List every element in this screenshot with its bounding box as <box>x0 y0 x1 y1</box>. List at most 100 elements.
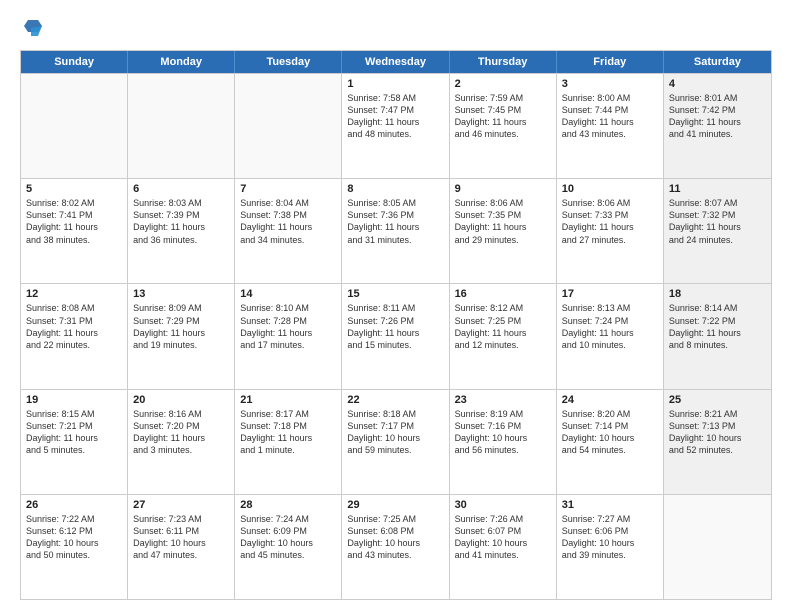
calendar-cell: 5 Sunrise: 8:02 AM Sunset: 7:41 PM Daylig… <box>21 179 128 283</box>
calendar-row: 1Sunrise: 7:58 AM Sunset: 7:47 PM Daylig… <box>21 73 771 178</box>
calendar-cell <box>128 74 235 178</box>
day-number: 19 <box>26 394 122 406</box>
day-info: Sunrise: 8:12 AM Sunset: 7:25 PM Dayligh… <box>455 302 551 351</box>
header <box>20 18 772 40</box>
weekday-header: Friday <box>557 51 664 73</box>
calendar-cell: 8 Sunrise: 8:05 AM Sunset: 7:36 PM Daylig… <box>342 179 449 283</box>
day-info: Sunrise: 8:15 AM Sunset: 7:21 PM Dayligh… <box>26 408 122 457</box>
page: SundayMondayTuesdayWednesdayThursdayFrid… <box>0 0 792 612</box>
day-number: 2 <box>455 78 551 90</box>
weekday-header: Saturday <box>664 51 771 73</box>
day-info: Sunrise: 8:19 AM Sunset: 7:16 PM Dayligh… <box>455 408 551 457</box>
calendar-cell <box>664 495 771 599</box>
calendar-cell: 13 Sunrise: 8:09 AM Sunset: 7:29 PM Dayli… <box>128 284 235 388</box>
day-info: Sunrise: 7:26 AM Sunset: 6:07 PM Dayligh… <box>455 513 551 562</box>
day-number: 24 <box>562 394 658 406</box>
day-info: Sunrise: 8:06 AM Sunset: 7:33 PM Dayligh… <box>562 197 658 246</box>
day-number: 23 <box>455 394 551 406</box>
day-info: Sunrise: 8:18 AM Sunset: 7:17 PM Dayligh… <box>347 408 443 457</box>
day-info: Sunrise: 8:05 AM Sunset: 7:36 PM Dayligh… <box>347 197 443 246</box>
calendar-cell: 16Sunrise: 8:12 AM Sunset: 7:25 PM Dayli… <box>450 284 557 388</box>
calendar-cell: 9 Sunrise: 8:06 AM Sunset: 7:35 PM Daylig… <box>450 179 557 283</box>
day-info: Sunrise: 8:14 AM Sunset: 7:22 PM Dayligh… <box>669 302 766 351</box>
calendar-row: 26Sunrise: 7:22 AM Sunset: 6:12 PM Dayli… <box>21 494 771 599</box>
calendar-cell: 2 Sunrise: 7:59 AM Sunset: 7:45 PM Daylig… <box>450 74 557 178</box>
day-number: 7 <box>240 183 336 195</box>
calendar-body: 1Sunrise: 7:58 AM Sunset: 7:47 PM Daylig… <box>21 73 771 599</box>
day-number: 22 <box>347 394 443 406</box>
calendar-cell: 30 Sunrise: 7:26 AM Sunset: 6:07 PM Dayli… <box>450 495 557 599</box>
calendar-cell: 23 Sunrise: 8:19 AM Sunset: 7:16 PM Dayli… <box>450 390 557 494</box>
calendar-cell <box>235 74 342 178</box>
day-info: Sunrise: 7:24 AM Sunset: 6:09 PM Dayligh… <box>240 513 336 562</box>
day-number: 12 <box>26 288 122 300</box>
day-info: Sunrise: 7:22 AM Sunset: 6:12 PM Dayligh… <box>26 513 122 562</box>
weekday-header: Tuesday <box>235 51 342 73</box>
day-number: 8 <box>347 183 443 195</box>
day-number: 27 <box>133 499 229 511</box>
calendar: SundayMondayTuesdayWednesdayThursdayFrid… <box>20 50 772 600</box>
logo <box>20 18 42 40</box>
day-number: 18 <box>669 288 766 300</box>
calendar-cell: 28Sunrise: 7:24 AM Sunset: 6:09 PM Dayli… <box>235 495 342 599</box>
day-info: Sunrise: 8:16 AM Sunset: 7:20 PM Dayligh… <box>133 408 229 457</box>
day-info: Sunrise: 8:04 AM Sunset: 7:38 PM Dayligh… <box>240 197 336 246</box>
calendar-row: 12 Sunrise: 8:08 AM Sunset: 7:31 PM Dayli… <box>21 283 771 388</box>
calendar-cell: 19 Sunrise: 8:15 AM Sunset: 7:21 PM Dayli… <box>21 390 128 494</box>
day-number: 14 <box>240 288 336 300</box>
day-info: Sunrise: 7:58 AM Sunset: 7:47 PM Dayligh… <box>347 92 443 141</box>
day-info: Sunrise: 8:17 AM Sunset: 7:18 PM Dayligh… <box>240 408 336 457</box>
calendar-cell: 3 Sunrise: 8:00 AM Sunset: 7:44 PM Daylig… <box>557 74 664 178</box>
day-info: Sunrise: 8:03 AM Sunset: 7:39 PM Dayligh… <box>133 197 229 246</box>
calendar-cell: 12 Sunrise: 8:08 AM Sunset: 7:31 PM Dayli… <box>21 284 128 388</box>
day-number: 10 <box>562 183 658 195</box>
day-number: 11 <box>669 183 766 195</box>
calendar-cell: 10 Sunrise: 8:06 AM Sunset: 7:33 PM Dayli… <box>557 179 664 283</box>
calendar-cell <box>21 74 128 178</box>
day-number: 17 <box>562 288 658 300</box>
day-number: 3 <box>562 78 658 90</box>
calendar-cell: 14Sunrise: 8:10 AM Sunset: 7:28 PM Dayli… <box>235 284 342 388</box>
weekday-header: Monday <box>128 51 235 73</box>
day-number: 6 <box>133 183 229 195</box>
day-number: 9 <box>455 183 551 195</box>
day-info: Sunrise: 7:59 AM Sunset: 7:45 PM Dayligh… <box>455 92 551 141</box>
day-info: Sunrise: 8:21 AM Sunset: 7:13 PM Dayligh… <box>669 408 766 457</box>
day-number: 29 <box>347 499 443 511</box>
calendar-cell: 29 Sunrise: 7:25 AM Sunset: 6:08 PM Dayli… <box>342 495 449 599</box>
day-number: 15 <box>347 288 443 300</box>
calendar-row: 19 Sunrise: 8:15 AM Sunset: 7:21 PM Dayli… <box>21 389 771 494</box>
calendar-cell: 18 Sunrise: 8:14 AM Sunset: 7:22 PM Dayli… <box>664 284 771 388</box>
day-info: Sunrise: 8:11 AM Sunset: 7:26 PM Dayligh… <box>347 302 443 351</box>
day-number: 13 <box>133 288 229 300</box>
calendar-cell: 27 Sunrise: 7:23 AM Sunset: 6:11 PM Dayli… <box>128 495 235 599</box>
day-info: Sunrise: 8:08 AM Sunset: 7:31 PM Dayligh… <box>26 302 122 351</box>
day-info: Sunrise: 8:20 AM Sunset: 7:14 PM Dayligh… <box>562 408 658 457</box>
calendar-cell: 7 Sunrise: 8:04 AM Sunset: 7:38 PM Daylig… <box>235 179 342 283</box>
calendar-cell: 4Sunrise: 8:01 AM Sunset: 7:42 PM Daylig… <box>664 74 771 178</box>
calendar-cell: 26Sunrise: 7:22 AM Sunset: 6:12 PM Dayli… <box>21 495 128 599</box>
day-number: 30 <box>455 499 551 511</box>
calendar-cell: 31Sunrise: 7:27 AM Sunset: 6:06 PM Dayli… <box>557 495 664 599</box>
calendar-cell: 22 Sunrise: 8:18 AM Sunset: 7:17 PM Dayli… <box>342 390 449 494</box>
day-info: Sunrise: 8:13 AM Sunset: 7:24 PM Dayligh… <box>562 302 658 351</box>
calendar-row: 5 Sunrise: 8:02 AM Sunset: 7:41 PM Daylig… <box>21 178 771 283</box>
weekday-header: Sunday <box>21 51 128 73</box>
logo-icon <box>24 18 42 40</box>
calendar-cell: 21Sunrise: 8:17 AM Sunset: 7:18 PM Dayli… <box>235 390 342 494</box>
day-number: 5 <box>26 183 122 195</box>
calendar-cell: 25 Sunrise: 8:21 AM Sunset: 7:13 PM Dayli… <box>664 390 771 494</box>
day-info: Sunrise: 8:09 AM Sunset: 7:29 PM Dayligh… <box>133 302 229 351</box>
calendar-cell: 17 Sunrise: 8:13 AM Sunset: 7:24 PM Dayli… <box>557 284 664 388</box>
day-info: Sunrise: 8:06 AM Sunset: 7:35 PM Dayligh… <box>455 197 551 246</box>
calendar-cell: 20 Sunrise: 8:16 AM Sunset: 7:20 PM Dayli… <box>128 390 235 494</box>
day-number: 25 <box>669 394 766 406</box>
day-info: Sunrise: 8:07 AM Sunset: 7:32 PM Dayligh… <box>669 197 766 246</box>
day-number: 20 <box>133 394 229 406</box>
day-info: Sunrise: 7:25 AM Sunset: 6:08 PM Dayligh… <box>347 513 443 562</box>
day-info: Sunrise: 7:23 AM Sunset: 6:11 PM Dayligh… <box>133 513 229 562</box>
day-info: Sunrise: 7:27 AM Sunset: 6:06 PM Dayligh… <box>562 513 658 562</box>
day-info: Sunrise: 8:02 AM Sunset: 7:41 PM Dayligh… <box>26 197 122 246</box>
weekday-header: Wednesday <box>342 51 449 73</box>
day-info: Sunrise: 8:00 AM Sunset: 7:44 PM Dayligh… <box>562 92 658 141</box>
